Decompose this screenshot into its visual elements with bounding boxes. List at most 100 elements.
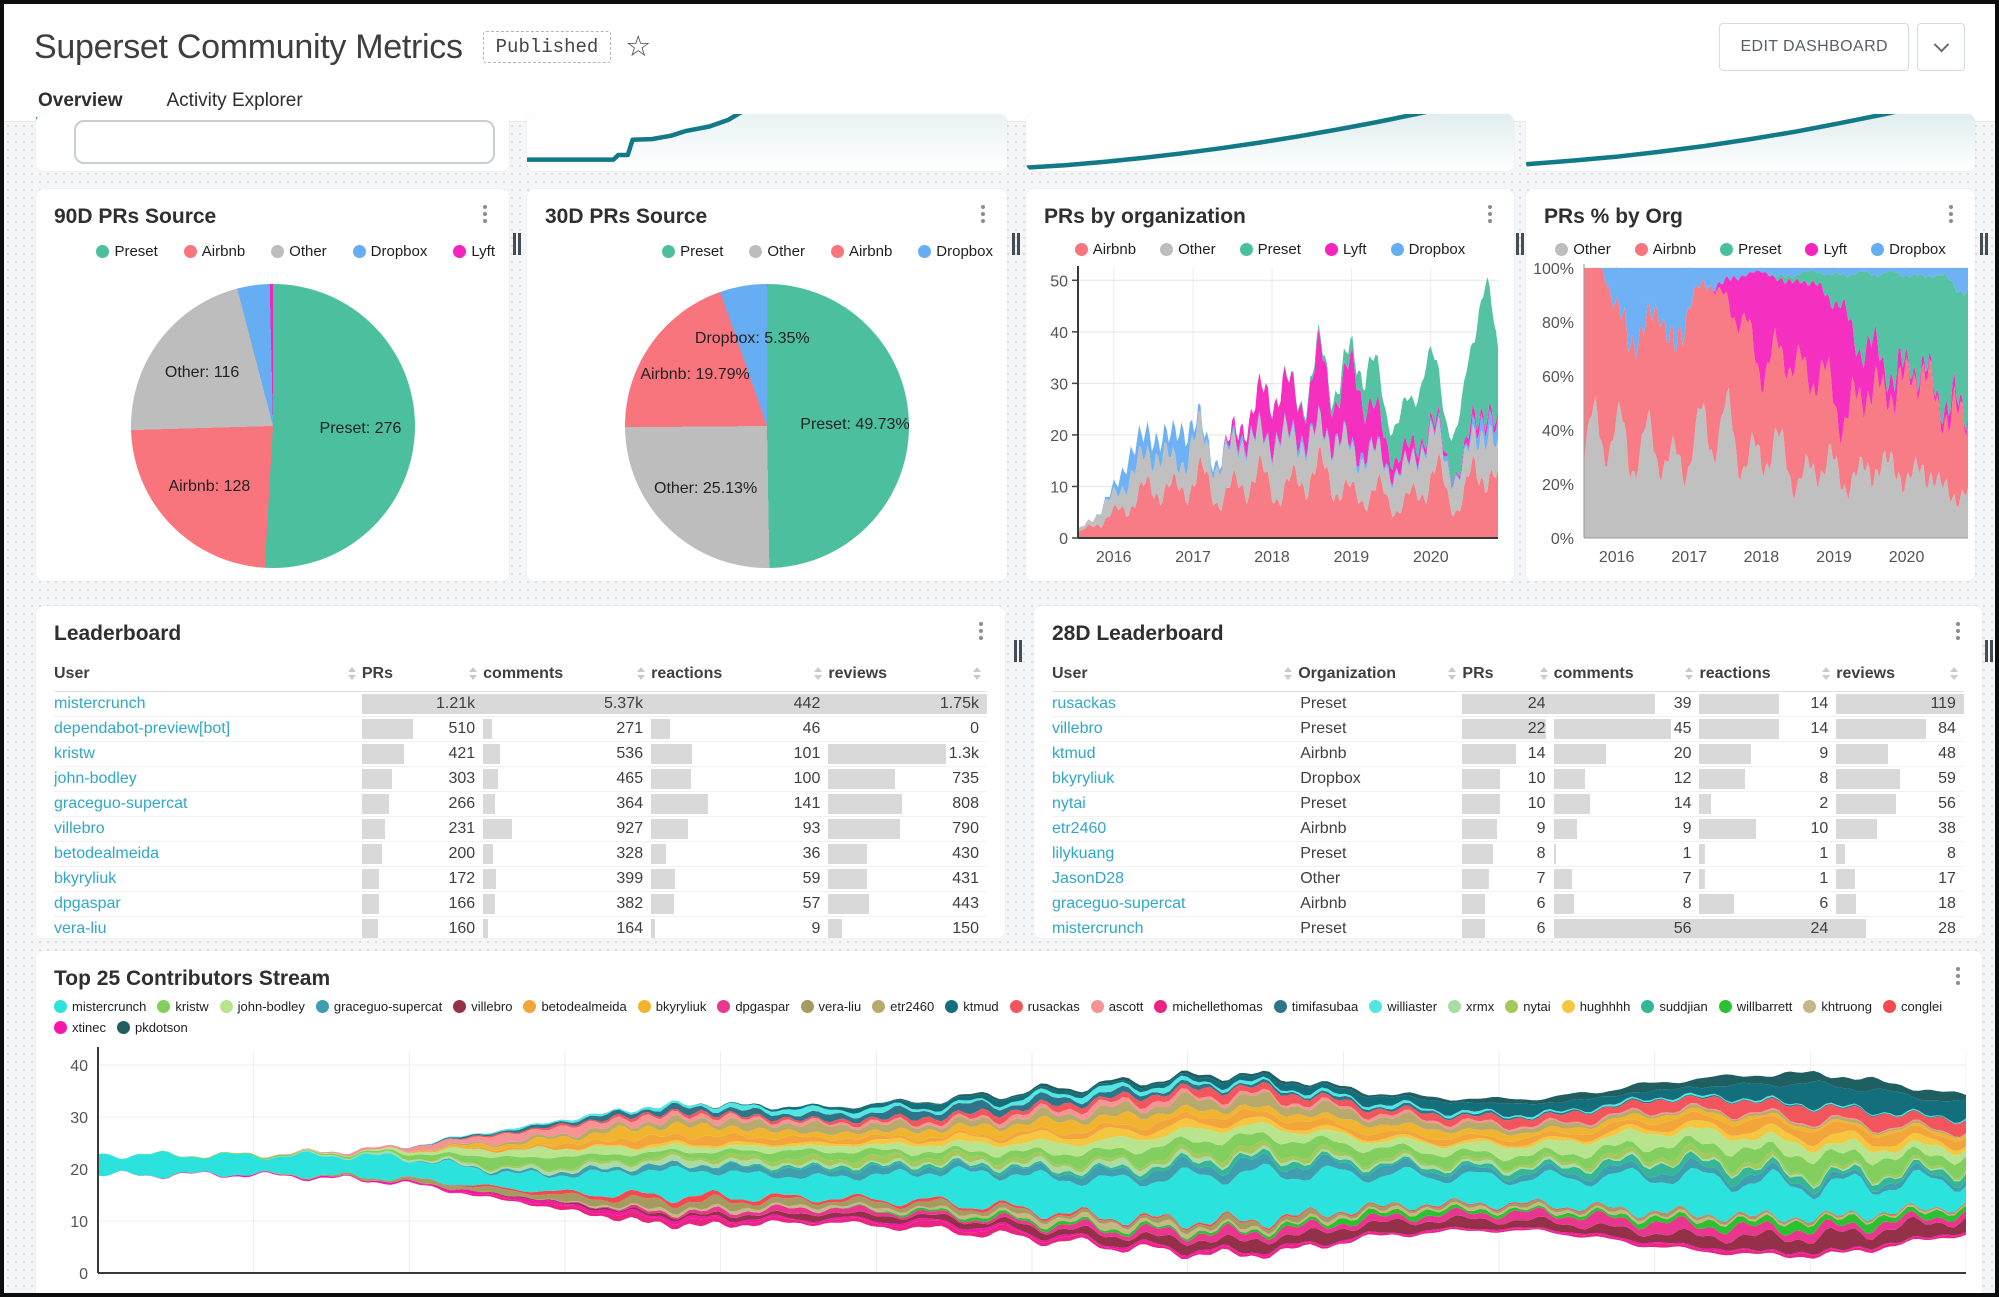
column-header-User[interactable]: User [54,665,362,683]
legend-item-Lyft[interactable]: Lyft [453,243,495,260]
legend-item-michellethomas[interactable]: michellethomas [1154,999,1263,1014]
metric-cell: 93 [651,817,828,841]
legend-item-Airbnb[interactable]: Airbnb [1634,241,1696,258]
legend-item-nytai[interactable]: nytai [1505,999,1551,1014]
legend-item-john-bodley[interactable]: john-bodley [219,999,305,1014]
user-link[interactable]: bkyryliuk [54,870,116,887]
user-link[interactable]: etr2460 [1052,820,1106,837]
legend-item-conglei[interactable]: conglei [1882,999,1942,1014]
resize-handle[interactable] [1980,233,1988,255]
column-header-reviews[interactable]: reviews [1836,665,1964,683]
legend-item-suddjian[interactable]: suddjian [1641,999,1708,1014]
column-header-reactions[interactable]: reactions [651,665,828,683]
resize-handle[interactable] [1014,640,1022,662]
legend-item-Dropbox[interactable]: Dropbox [918,243,993,260]
legend-item-Lyft[interactable]: Lyft [1324,241,1367,258]
legend-item-Airbnb[interactable]: Airbnb [830,243,892,260]
user-link[interactable]: graceguo-supercat [54,795,187,812]
user-link[interactable]: vera-liu [54,920,106,937]
column-header-comments[interactable]: comments [483,665,651,683]
user-link[interactable]: JasonD28 [1052,870,1124,887]
edit-dashboard-button[interactable]: EDIT DASHBOARD [1719,23,1909,71]
legend-item-Other[interactable]: Other [271,243,327,260]
user-link[interactable]: ktmud [1052,745,1096,762]
cell-bar [483,794,495,814]
kebab-menu-icon[interactable] [1488,205,1492,209]
column-header-User[interactable]: User [1052,665,1298,683]
kebab-menu-icon[interactable] [1949,205,1953,209]
legend-item-bkyryliuk[interactable]: bkyryliuk [637,999,706,1014]
pie-slice-label: Preset: 276 [319,419,402,437]
legend-item-Preset[interactable]: Preset [96,243,158,260]
kebab-menu-icon[interactable] [979,622,983,626]
legend-item-graceguo-supercat[interactable]: graceguo-supercat [315,999,442,1014]
user-link[interactable]: graceguo-supercat [1052,895,1185,912]
legend-item-kristw[interactable]: kristw [157,999,209,1014]
svg-text:30: 30 [70,1110,88,1127]
legend-item-williaster[interactable]: williaster [1369,999,1437,1014]
user-link[interactable]: dpgaspar [54,895,121,912]
user-link[interactable]: rusackas [1052,695,1116,712]
legend-item-betodealmeida[interactable]: betodealmeida [523,999,627,1014]
legend-item-Airbnb[interactable]: Airbnb [1074,241,1136,258]
legend-item-mistercrunch[interactable]: mistercrunch [54,999,146,1014]
column-header-reactions[interactable]: reactions [1699,665,1836,683]
legend-item-xtinec[interactable]: xtinec [54,1020,106,1035]
legend-item-Dropbox[interactable]: Dropbox [352,243,427,260]
legend-item-khtruong[interactable]: khtruong [1803,999,1872,1014]
kebab-menu-icon[interactable] [1956,622,1960,626]
legend-item-Dropbox[interactable]: Dropbox [1871,241,1946,258]
dashboard-menu-button[interactable] [1917,23,1965,71]
resize-handle[interactable] [1516,233,1524,255]
svg-text:50: 50 [1050,273,1068,290]
column-header-PRs[interactable]: PRs [362,665,483,683]
user-link[interactable]: bkyryliuk [1052,770,1114,787]
cutoff-filter-box[interactable] [74,120,495,164]
legend-item-rusackas[interactable]: rusackas [1009,999,1080,1014]
legend-item-hughhhh[interactable]: hughhhh [1561,999,1630,1014]
legend-item-Preset[interactable]: Preset [1720,241,1781,258]
column-header-comments[interactable]: comments [1554,665,1700,683]
legend-item-timifasubaa[interactable]: timifasubaa [1273,999,1358,1014]
legend-item-villebro[interactable]: villebro [453,999,512,1014]
column-header-reviews[interactable]: reviews [828,665,987,683]
user-cell: rusackas [1052,695,1298,713]
legend-item-ascott[interactable]: ascott [1090,999,1143,1014]
legend-item-Lyft[interactable]: Lyft [1805,241,1847,258]
user-link[interactable]: mistercrunch [54,695,146,712]
favorite-star-icon[interactable]: ☆ [625,32,651,62]
legend-item-Other[interactable]: Other [749,243,805,260]
legend-item-Preset[interactable]: Preset [1239,241,1301,258]
legend-item-ktmud[interactable]: ktmud [945,999,999,1014]
published-badge[interactable]: Published [482,31,612,63]
legend-item-Other[interactable]: Other [1160,241,1216,258]
kebab-menu-icon[interactable] [1956,967,1960,971]
kebab-menu-icon[interactable] [981,205,985,209]
resize-handle[interactable] [1012,233,1020,255]
legend-item-Airbnb[interactable]: Airbnb [183,243,245,260]
user-link[interactable]: mistercrunch [1052,920,1144,937]
legend-item-dpgaspar[interactable]: dpgaspar [717,999,790,1014]
legend-item-pkdotson[interactable]: pkdotson [116,1020,188,1035]
user-link[interactable]: nytai [1052,795,1086,812]
legend-item-vera-liu[interactable]: vera-liu [800,999,861,1014]
user-link[interactable]: dependabot-preview[bot] [54,720,230,737]
resize-handle[interactable] [513,233,521,255]
legend-item-Dropbox[interactable]: Dropbox [1390,241,1465,258]
user-link[interactable]: lilykuang [1052,845,1114,862]
user-link[interactable]: betodealmeida [54,845,159,862]
legend-item-Preset[interactable]: Preset [662,243,723,260]
column-header-PRs[interactable]: PRs [1462,665,1553,683]
legend-item-willbarrett[interactable]: willbarrett [1718,999,1792,1014]
kebab-menu-icon[interactable] [483,205,487,209]
legend-item-xrmx[interactable]: xrmx [1448,999,1494,1014]
user-link[interactable]: kristw [54,745,95,762]
legend-item-Other[interactable]: Other [1555,241,1611,258]
legend-item-etr2460[interactable]: etr2460 [872,999,934,1014]
user-link[interactable]: john-bodley [54,770,137,787]
user-link[interactable]: villebro [1052,720,1103,737]
resize-handle[interactable] [1985,640,1993,662]
user-link[interactable]: villebro [54,820,105,837]
metric-cell: 1 [1699,842,1836,866]
column-header-Organization[interactable]: Organization [1298,665,1462,683]
